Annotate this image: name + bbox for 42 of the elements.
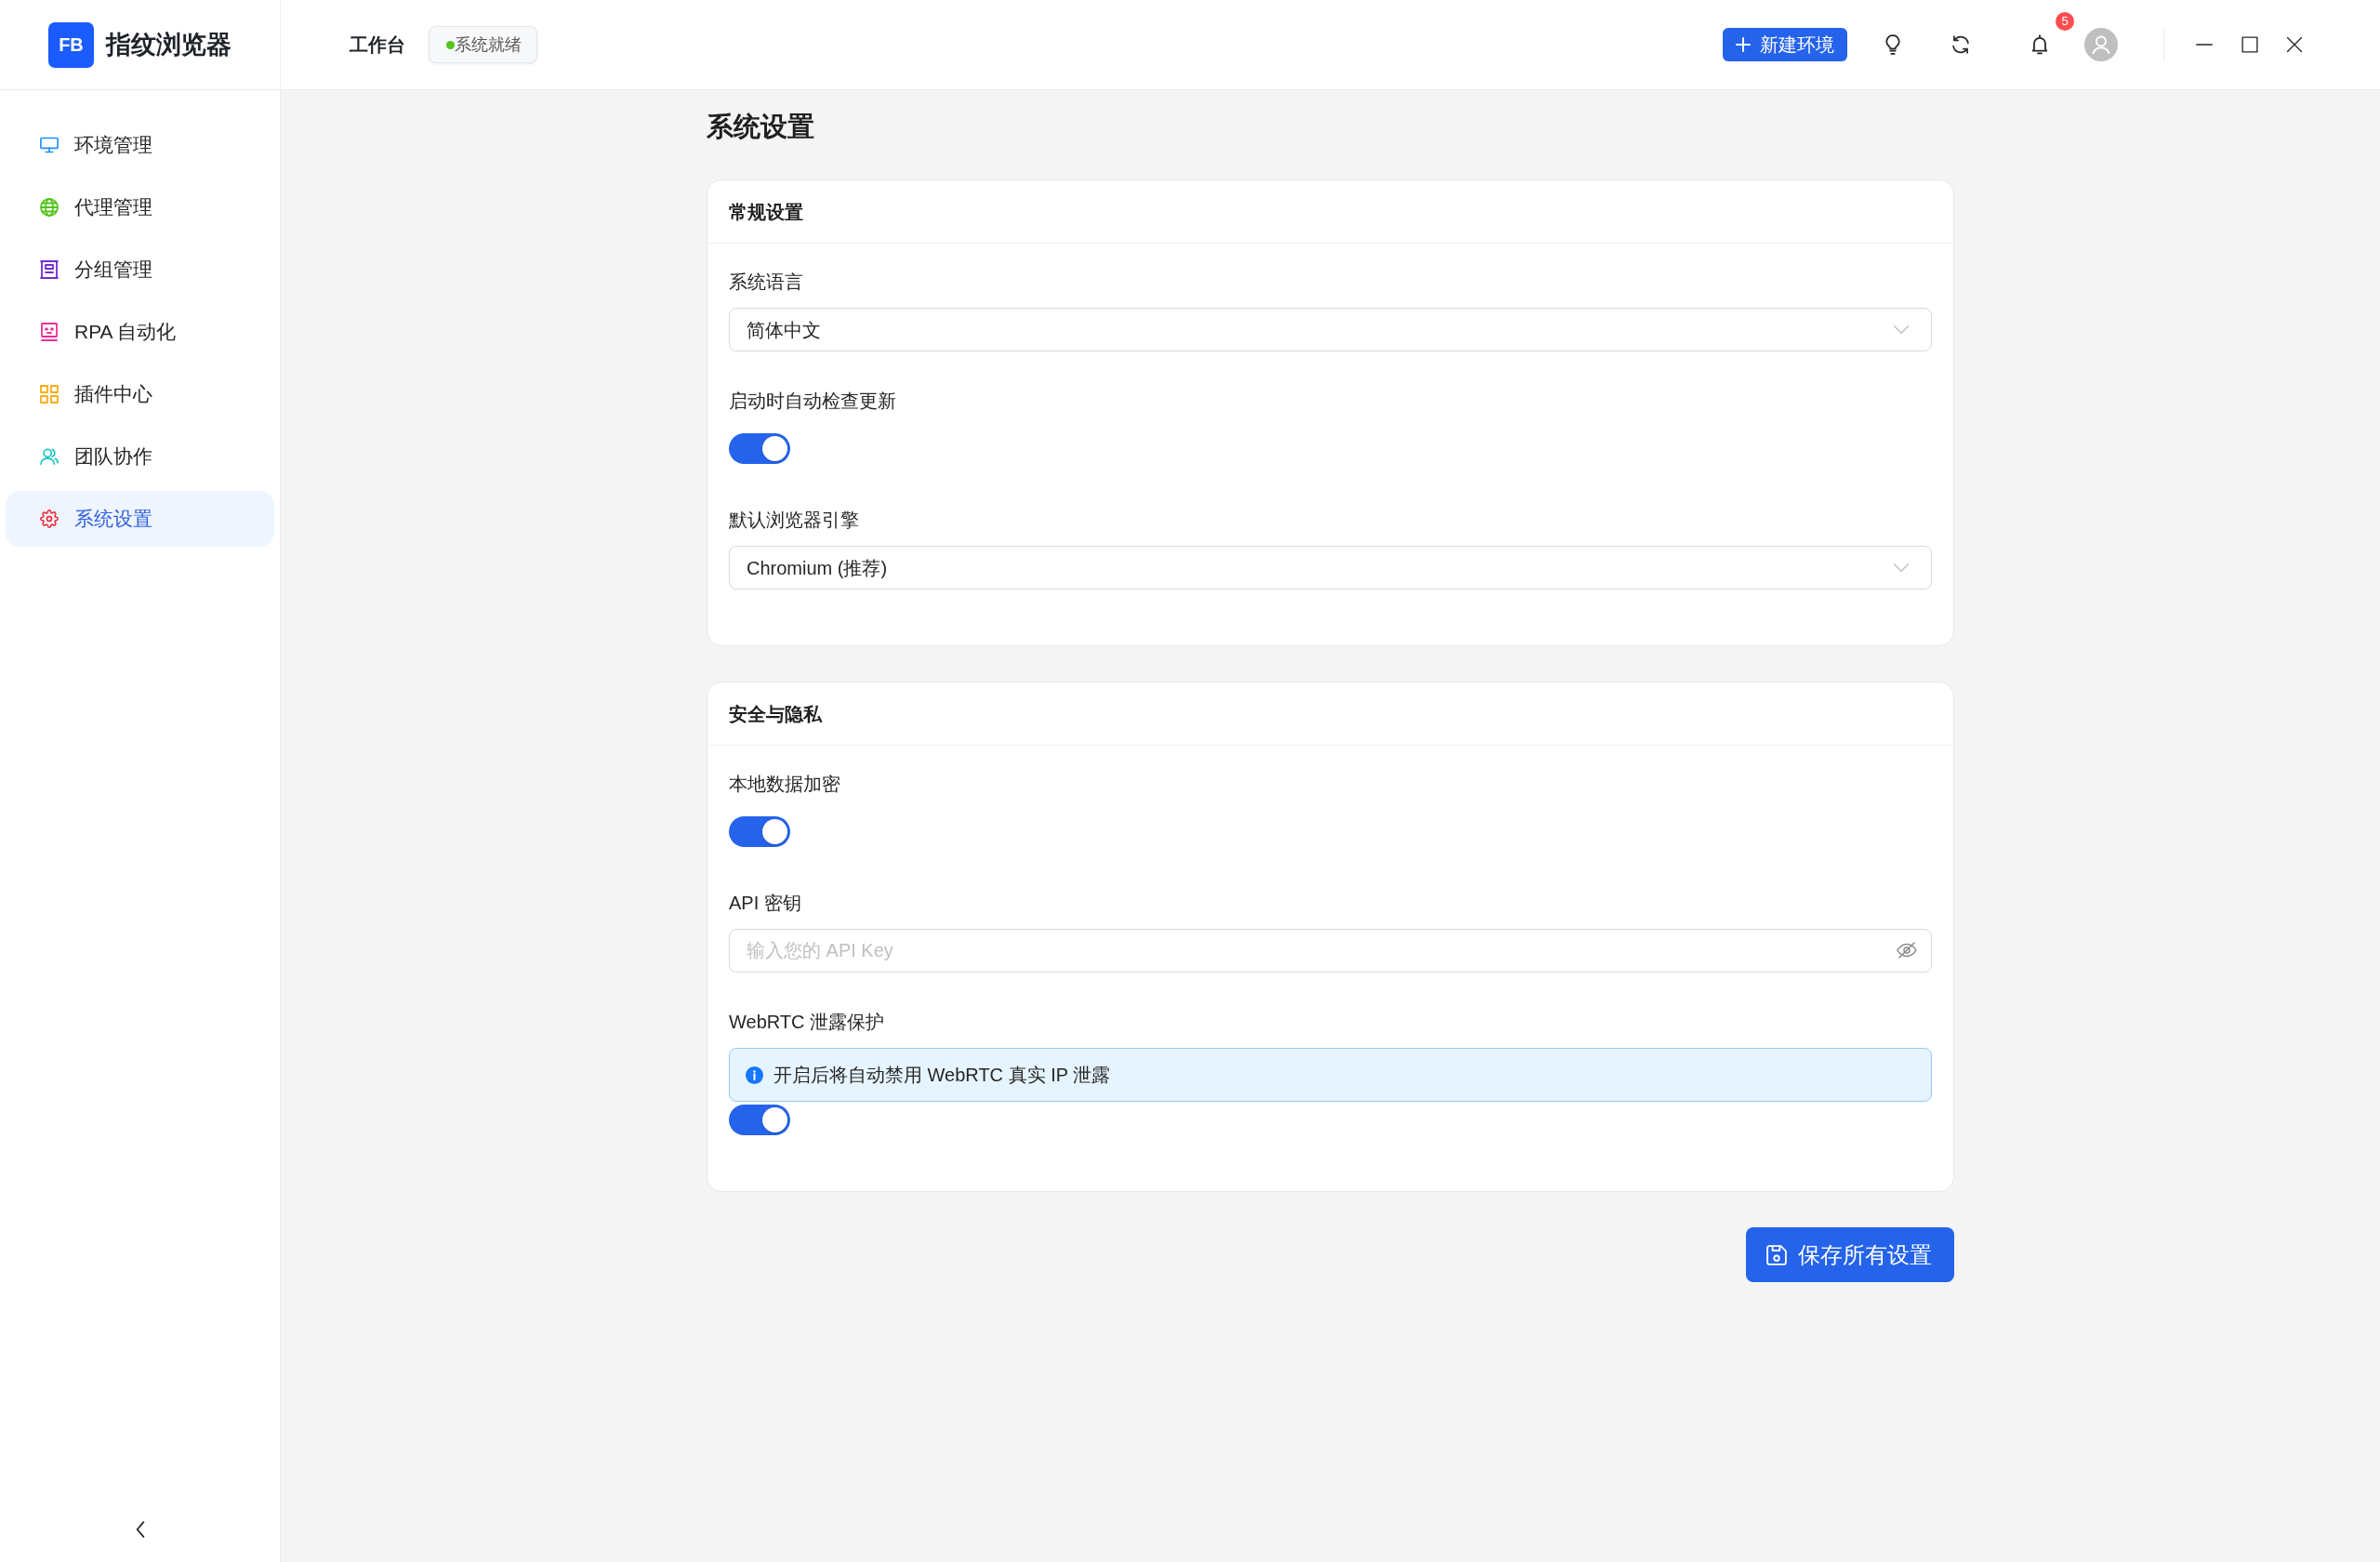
field-label: WebRTC 泄露保护 <box>729 1011 886 1034</box>
chevron-down-icon <box>1894 563 1909 572</box>
sidebar-item[interactable]: 系统设置 <box>6 491 274 547</box>
field-label: 系统语言 <box>729 271 804 294</box>
field-label: 启动时自动检查更新 <box>729 390 897 413</box>
plus-icon <box>1736 37 1751 52</box>
field-label: 默认浏览器引擎 <box>729 509 860 532</box>
app-logo: FB <box>48 21 94 68</box>
lightbulb-icon[interactable] <box>1884 34 1902 55</box>
close-icon[interactable] <box>2286 36 2303 53</box>
section-title: 安全与隐私 <box>729 702 822 726</box>
page-title: 系统设置 <box>707 111 815 143</box>
chevron-left-icon[interactable] <box>134 1521 146 1538</box>
toggle-switch[interactable] <box>729 816 790 847</box>
api-key-field[interactable]: 输入您的 API Key <box>729 929 1932 973</box>
sidebar-item[interactable]: 分组管理 <box>6 242 274 298</box>
workspace-title: 工作台 <box>350 33 405 57</box>
refresh-icon[interactable] <box>1951 34 1970 55</box>
eye-slash-icon[interactable] <box>1897 941 1917 960</box>
status-dot-icon <box>446 40 455 49</box>
sidebar-item[interactable]: 团队协作 <box>6 429 274 484</box>
sidebar-item[interactable]: 代理管理 <box>6 179 274 235</box>
alert-text: 开启后将自动禁用 WebRTC 真实 IP 泄露 <box>774 1064 1111 1087</box>
select-field[interactable]: 简体中文 <box>729 308 1932 351</box>
info-icon <box>746 1066 763 1084</box>
notification-count: 5 <box>2056 12 2074 31</box>
app-name: 指纹浏览器 <box>106 29 231 60</box>
new-environment-button[interactable]: 新建环境 <box>1723 28 1847 61</box>
toggle-switch[interactable] <box>729 433 790 464</box>
maximize-icon[interactable] <box>2241 36 2258 53</box>
sidebar-item[interactable]: 环境管理 <box>6 117 274 173</box>
section-title: 常规设置 <box>729 200 803 224</box>
save-button[interactable]: 保存所有设置 <box>1746 1227 1954 1282</box>
field-label: 本地数据加密 <box>729 773 841 796</box>
toggle-switch[interactable] <box>729 1105 790 1135</box>
sidebar-item[interactable]: 插件中心 <box>6 366 274 422</box>
field-label: API 密钥 <box>729 892 802 915</box>
bell-icon[interactable] <box>2030 34 2049 55</box>
sidebar-item[interactable]: RPA 自动化 <box>6 304 274 360</box>
select-field[interactable]: Chromium (推荐) <box>729 546 1932 589</box>
chevron-down-icon <box>1894 325 1909 334</box>
status-text: 系统就绪 <box>455 33 522 56</box>
